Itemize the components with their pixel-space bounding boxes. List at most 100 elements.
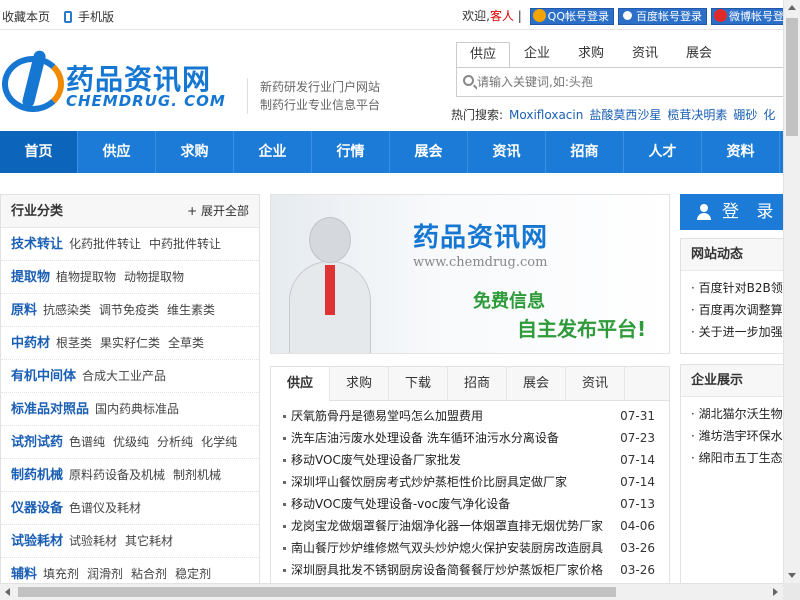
category-heading[interactable]: 提取物 [11, 270, 50, 285]
category-link[interactable]: 稳定剂 [175, 567, 211, 581]
category-link[interactable]: 色谱仪及耗材 [69, 501, 141, 515]
guest-link[interactable]: 客人 [490, 9, 514, 23]
category-heading[interactable]: 技术转让 [11, 237, 63, 252]
category-link[interactable]: 果实籽仁类 [100, 336, 160, 350]
scroll-down-icon[interactable] [788, 573, 796, 578]
list-item-title[interactable]: 移动VOC废气处理设备厂家批发 [291, 453, 461, 467]
site-news-text: 百度针对B2B领 [698, 281, 783, 295]
baidu-login-button[interactable]: 百度帐号登录 [618, 8, 707, 25]
banner-line-1: 免费信息 [473, 291, 545, 312]
mobile-link[interactable]: 手机版 [64, 8, 114, 25]
category-heading[interactable]: 有机中间体 [11, 369, 76, 384]
category-link[interactable]: 全草类 [168, 336, 204, 350]
search-tab-news[interactable]: 资讯 [618, 42, 672, 68]
expand-all-link[interactable]: + 展开全部 [187, 195, 249, 228]
nav-market[interactable]: 行情 [312, 131, 390, 173]
category-link[interactable]: 润滑剂 [87, 567, 123, 581]
list-item-title[interactable]: 移动VOC废气处理设备-voc废气净化设备 [291, 497, 510, 511]
category-link[interactable]: 植物提取物 [56, 270, 116, 284]
horizontal-scrollbar[interactable] [0, 583, 783, 600]
qq-login-button[interactable]: QQ帐号登录 [529, 8, 614, 25]
info-tab-download[interactable]: 下载 [389, 367, 448, 400]
search-tab-expo[interactable]: 展会 [672, 42, 726, 68]
category-link[interactable]: 粘合剂 [131, 567, 167, 581]
category-link[interactable]: 填充剂 [43, 567, 79, 581]
search-tab-company[interactable]: 企业 [510, 42, 564, 68]
category-heading[interactable]: 制药机械 [11, 468, 63, 483]
nav-expo[interactable]: 展会 [390, 131, 468, 173]
category-link[interactable]: 调节免疫类 [99, 303, 159, 317]
category-row: 提取物 植物提取物 动物提取物 [1, 261, 259, 294]
scroll-up-icon[interactable] [788, 5, 796, 10]
category-row: 试剂试药 色谱纯 优级纯 分析纯 化学纯 [1, 426, 259, 459]
list-item-title[interactable]: 厌氧筋骨丹是德易堂吗怎么加盟费用 [291, 409, 483, 423]
category-heading[interactable]: 仪器设备 [11, 501, 63, 516]
category-link[interactable]: 试验耗材 [69, 534, 117, 548]
list-item-title[interactable]: 龙岗宝龙做烟罩餐厅油烟净化器一体烟罩直排无烟优势厂家 [291, 519, 603, 533]
category-link[interactable]: 分析纯 [157, 435, 193, 449]
nav-home[interactable]: 首页 [0, 131, 78, 173]
vertical-scrollbar[interactable] [783, 0, 800, 583]
category-link[interactable]: 优级纯 [113, 435, 149, 449]
category-heading[interactable]: 试剂试药 [11, 435, 63, 450]
category-heading[interactable]: 试验耗材 [11, 534, 63, 549]
category-link[interactable]: 合成大工业产品 [82, 369, 166, 383]
hot-search-link[interactable]: Moxifloxacin [509, 108, 583, 122]
hot-search-link[interactable]: 硼砂 [733, 108, 757, 122]
category-link[interactable]: 根茎类 [56, 336, 92, 350]
scrollbar-corner [783, 583, 800, 600]
search-box [456, 67, 800, 97]
category-link[interactable]: 维生素类 [167, 303, 215, 317]
nav-resources[interactable]: 资料 [702, 131, 780, 173]
category-heading[interactable]: 辅料 [11, 567, 37, 582]
category-link[interactable]: 抗感染类 [43, 303, 91, 317]
info-tab-investment[interactable]: 招商 [448, 367, 507, 400]
category-link[interactable]: 色谱纯 [69, 435, 105, 449]
hot-search: 热门搜索: Moxifloxacin 盐酸莫西沙星 榄茸决明素 硼砂化 [451, 106, 775, 123]
nav-news[interactable]: 资讯 [468, 131, 546, 173]
list-item-title[interactable]: 深圳坪山餐饮厨房考式炒炉蒸柜性价比厨具定做厂家 [291, 475, 567, 489]
search-tab-supply[interactable]: 供应 [456, 42, 510, 68]
vertical-scroll-thumb[interactable] [786, 18, 798, 136]
category-link[interactable]: 制剂机械 [173, 468, 221, 482]
nav-buy[interactable]: 求购 [156, 131, 234, 173]
nav-supply[interactable]: 供应 [78, 131, 156, 173]
info-tab-buy[interactable]: 求购 [330, 367, 389, 400]
info-tab-news[interactable]: 资讯 [566, 367, 625, 400]
user-icon [696, 204, 712, 220]
category-heading[interactable]: 原料 [11, 303, 37, 318]
list-item-title[interactable]: 南山餐厅炒炉维修燃气双头炒炉熄火保护安装厨房改造厨具 [291, 541, 603, 555]
hot-search-link[interactable]: 盐酸莫西沙星 [589, 108, 661, 122]
scroll-left-icon[interactable] [5, 588, 10, 596]
search-tab-buy[interactable]: 求购 [564, 42, 618, 68]
category-link[interactable]: 原料药设备及机械 [69, 468, 165, 482]
category-heading[interactable]: 标准品对照品 [11, 402, 89, 417]
list-item-title[interactable]: 深圳厨具批发不锈钢厨房设备简餐餐厅炒炉蒸饭柜厂家价格 [291, 563, 603, 577]
hot-search-link[interactable]: 化 [763, 108, 775, 122]
info-tab-supply[interactable]: 供应 [271, 367, 330, 401]
nav-company[interactable]: 企业 [234, 131, 312, 173]
category-link[interactable]: 动物提取物 [124, 270, 184, 284]
category-heading[interactable]: 中药材 [11, 336, 50, 351]
hot-search-link[interactable]: 榄茸决明素 [667, 108, 727, 122]
nav-investment[interactable]: 招商 [546, 131, 624, 173]
info-tab-expo[interactable]: 展会 [507, 367, 566, 400]
info-tabs: 供应 求购 下载 招商 展会 资讯 [271, 367, 669, 401]
scroll-right-icon[interactable] [773, 588, 778, 596]
site-logo[interactable]: 药品资讯网 CHEMDRUG. COM [2, 49, 242, 116]
category-link[interactable]: 化药批件转让 [69, 237, 141, 251]
category-link[interactable]: 其它耗材 [125, 534, 173, 548]
bookmark-link[interactable]: 收藏本页 [2, 8, 50, 25]
horizontal-scroll-thumb[interactable] [18, 587, 616, 597]
category-link[interactable]: 中药批件转让 [149, 237, 221, 251]
list-item: 洗车店油污废水处理设备 洗车循环油污水分离设备 07-23 [283, 427, 655, 449]
login-button[interactable]: 登 录 [680, 194, 800, 230]
promo-banner[interactable]: 药品资讯网 www.chemdrug.com 免费信息 自主发布平台! [270, 194, 670, 354]
nav-talent[interactable]: 人才 [624, 131, 702, 173]
category-link[interactable]: 化学纯 [201, 435, 237, 449]
company-name: 绵阳市五丁生态 [698, 451, 783, 465]
search-input[interactable] [477, 72, 777, 92]
category-link[interactable]: 国内药典标准品 [95, 402, 179, 416]
bullet-icon [283, 415, 286, 418]
list-item-title[interactable]: 洗车店油污废水处理设备 洗车循环油污水分离设备 [291, 431, 559, 445]
